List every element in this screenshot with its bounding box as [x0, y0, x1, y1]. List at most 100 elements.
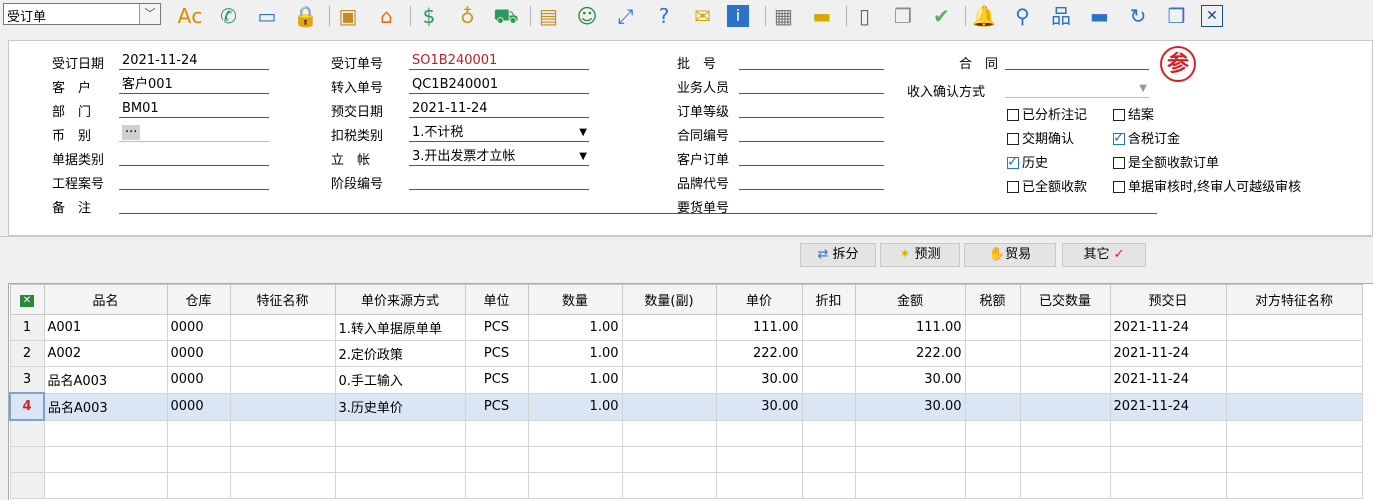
refresh-icon[interactable]: ↻ [1124, 3, 1152, 29]
cell-date[interactable]: 2021-11-24 [1109, 314, 1227, 341]
column-header[interactable]: 数量(副) [621, 284, 717, 315]
cell-qty2[interactable] [621, 314, 717, 341]
empty-row[interactable] [9, 419, 1363, 447]
empty-cell[interactable] [1109, 446, 1227, 473]
dollar-icon[interactable]: $ [415, 3, 443, 29]
cell-name[interactable]: 品名A003 [43, 392, 168, 421]
cell-warehouse[interactable]: 0000 [166, 392, 231, 421]
column-header[interactable]: 金额 [854, 284, 966, 315]
empty-cell[interactable] [964, 446, 1021, 473]
empty-row[interactable] [9, 446, 1363, 473]
cell-price-source[interactable]: 2.定价政策 [334, 340, 466, 367]
checkbox-box[interactable] [1007, 109, 1019, 121]
money-bag-icon[interactable]: ♁ [454, 3, 482, 29]
empty-cell[interactable] [334, 472, 466, 499]
cell-discount[interactable] [801, 314, 856, 341]
checkbox-full-payment-order[interactable]: 是全额收款订单 [1113, 156, 1219, 172]
other-button[interactable]: 其它 ✓ [1062, 243, 1146, 267]
cell-name[interactable]: A002 [43, 340, 168, 367]
row-number[interactable]: 1 [9, 314, 45, 341]
window-icon[interactable]: ❒ [1163, 3, 1191, 29]
checkbox-box-checked[interactable] [1113, 130, 1125, 146]
empty-cell[interactable] [854, 446, 966, 473]
checkbox-tax-deposit[interactable]: 含税订金 [1113, 130, 1180, 148]
checkbox-history[interactable]: 历史 [1007, 154, 1048, 172]
table-row[interactable]: 4 品名A003 0000 3.历史单价 PCS 1.00 30.00 30.00 2021-1… [9, 392, 1363, 421]
cell-amount[interactable]: 111.00 [854, 314, 966, 341]
row-number[interactable] [9, 446, 45, 473]
empty-cell[interactable] [166, 472, 231, 499]
empty-cell[interactable] [527, 419, 623, 447]
cell-amount[interactable]: 222.00 [854, 340, 966, 367]
empty-cell[interactable] [621, 446, 717, 473]
empty-cell[interactable] [621, 472, 717, 499]
project-no-field[interactable] [119, 173, 269, 190]
org-chart-icon[interactable]: 品 [1047, 3, 1075, 29]
dropdown-arrow-icon[interactable]: ▼ [579, 125, 587, 141]
link-icon[interactable]: ⤢ [612, 3, 640, 29]
remark-field[interactable] [119, 197, 1157, 214]
column-header[interactable]: 对方特征名称 [1225, 284, 1363, 315]
order-date-field[interactable]: 2021-11-24 [119, 53, 269, 70]
cell-warehouse[interactable]: 0000 [166, 366, 231, 394]
stage-no-field[interactable] [409, 173, 589, 190]
empty-cell[interactable] [1225, 472, 1363, 499]
empty-cell[interactable] [621, 419, 717, 447]
copy-document-icon[interactable]: ❐ [889, 3, 917, 29]
empty-cell[interactable] [1225, 419, 1363, 447]
contract-field[interactable] [1005, 53, 1149, 70]
calculator-icon[interactable]: ▦ [770, 3, 798, 29]
income-confirm-select[interactable]: ▼ [1005, 81, 1149, 98]
cell-price[interactable]: 222.00 [715, 340, 803, 367]
empty-cell[interactable] [1225, 446, 1363, 473]
cell-unit[interactable]: PCS [464, 314, 529, 341]
checkbox-closed[interactable]: 结案 [1113, 108, 1154, 124]
checkbox-analyzed[interactable]: 已分析注记 [1007, 108, 1087, 124]
cell-qty2[interactable] [621, 340, 717, 367]
search-icon[interactable]: ⚲ [1009, 3, 1037, 29]
customer-order-field[interactable] [739, 149, 884, 166]
trade-button[interactable]: ✋贸易 [964, 243, 1056, 267]
doc-category-field[interactable] [119, 149, 269, 166]
cell-price-source[interactable]: 0.手工输入 [334, 366, 466, 394]
empty-cell[interactable] [1109, 419, 1227, 447]
empty-cell[interactable] [1019, 472, 1111, 499]
contract-no-field[interactable] [739, 125, 884, 142]
users-icon[interactable]: ☺ [573, 3, 601, 29]
empty-cell[interactable] [801, 419, 856, 447]
display-icon[interactable]: ▬ [1086, 3, 1114, 29]
cell-qty[interactable]: 1.00 [527, 340, 623, 367]
cell-unit[interactable]: PCS [464, 340, 529, 367]
empty-cell[interactable] [801, 472, 856, 499]
info-icon[interactable]: i [727, 5, 749, 27]
column-header[interactable]: 税额 [964, 284, 1021, 315]
cell-discount[interactable] [801, 392, 856, 421]
column-header[interactable]: 单位 [464, 284, 529, 315]
dropdown-arrow-icon[interactable]: ▼ [1139, 81, 1147, 97]
checkbox-fully-paid[interactable]: 已全额收款 [1007, 180, 1087, 196]
bell-icon[interactable]: 🔔 [970, 3, 998, 29]
monitor-icon[interactable]: ▭ [253, 3, 281, 29]
cell-other-feature[interactable] [1225, 366, 1363, 394]
doc-type-select[interactable]: 受订单 ﹀ [3, 3, 161, 25]
order-level-field[interactable] [739, 101, 884, 118]
transfer-no-field[interactable]: QC1B240001 [409, 77, 589, 94]
cell-amount[interactable]: 30.00 [854, 366, 966, 394]
empty-cell[interactable] [334, 446, 466, 473]
check-circle-icon[interactable]: ✔ [928, 3, 956, 29]
empty-cell[interactable] [854, 419, 966, 447]
cell-qty[interactable]: 1.00 [527, 392, 623, 421]
cell-unit[interactable]: PCS [464, 366, 529, 394]
empty-cell[interactable] [715, 419, 803, 447]
checkbox-box[interactable] [1007, 181, 1019, 193]
empty-cell[interactable] [464, 472, 529, 499]
cell-tax[interactable] [964, 340, 1021, 367]
batch-no-field[interactable] [739, 53, 884, 70]
empty-cell[interactable] [1019, 419, 1111, 447]
empty-cell[interactable] [464, 446, 529, 473]
column-header[interactable]: 品名 [43, 284, 168, 315]
clipboard-icon[interactable]: ▤ [535, 3, 563, 29]
document-icon[interactable]: ▯ [851, 3, 879, 29]
cell-discount[interactable] [801, 340, 856, 367]
empty-cell[interactable] [43, 419, 168, 447]
